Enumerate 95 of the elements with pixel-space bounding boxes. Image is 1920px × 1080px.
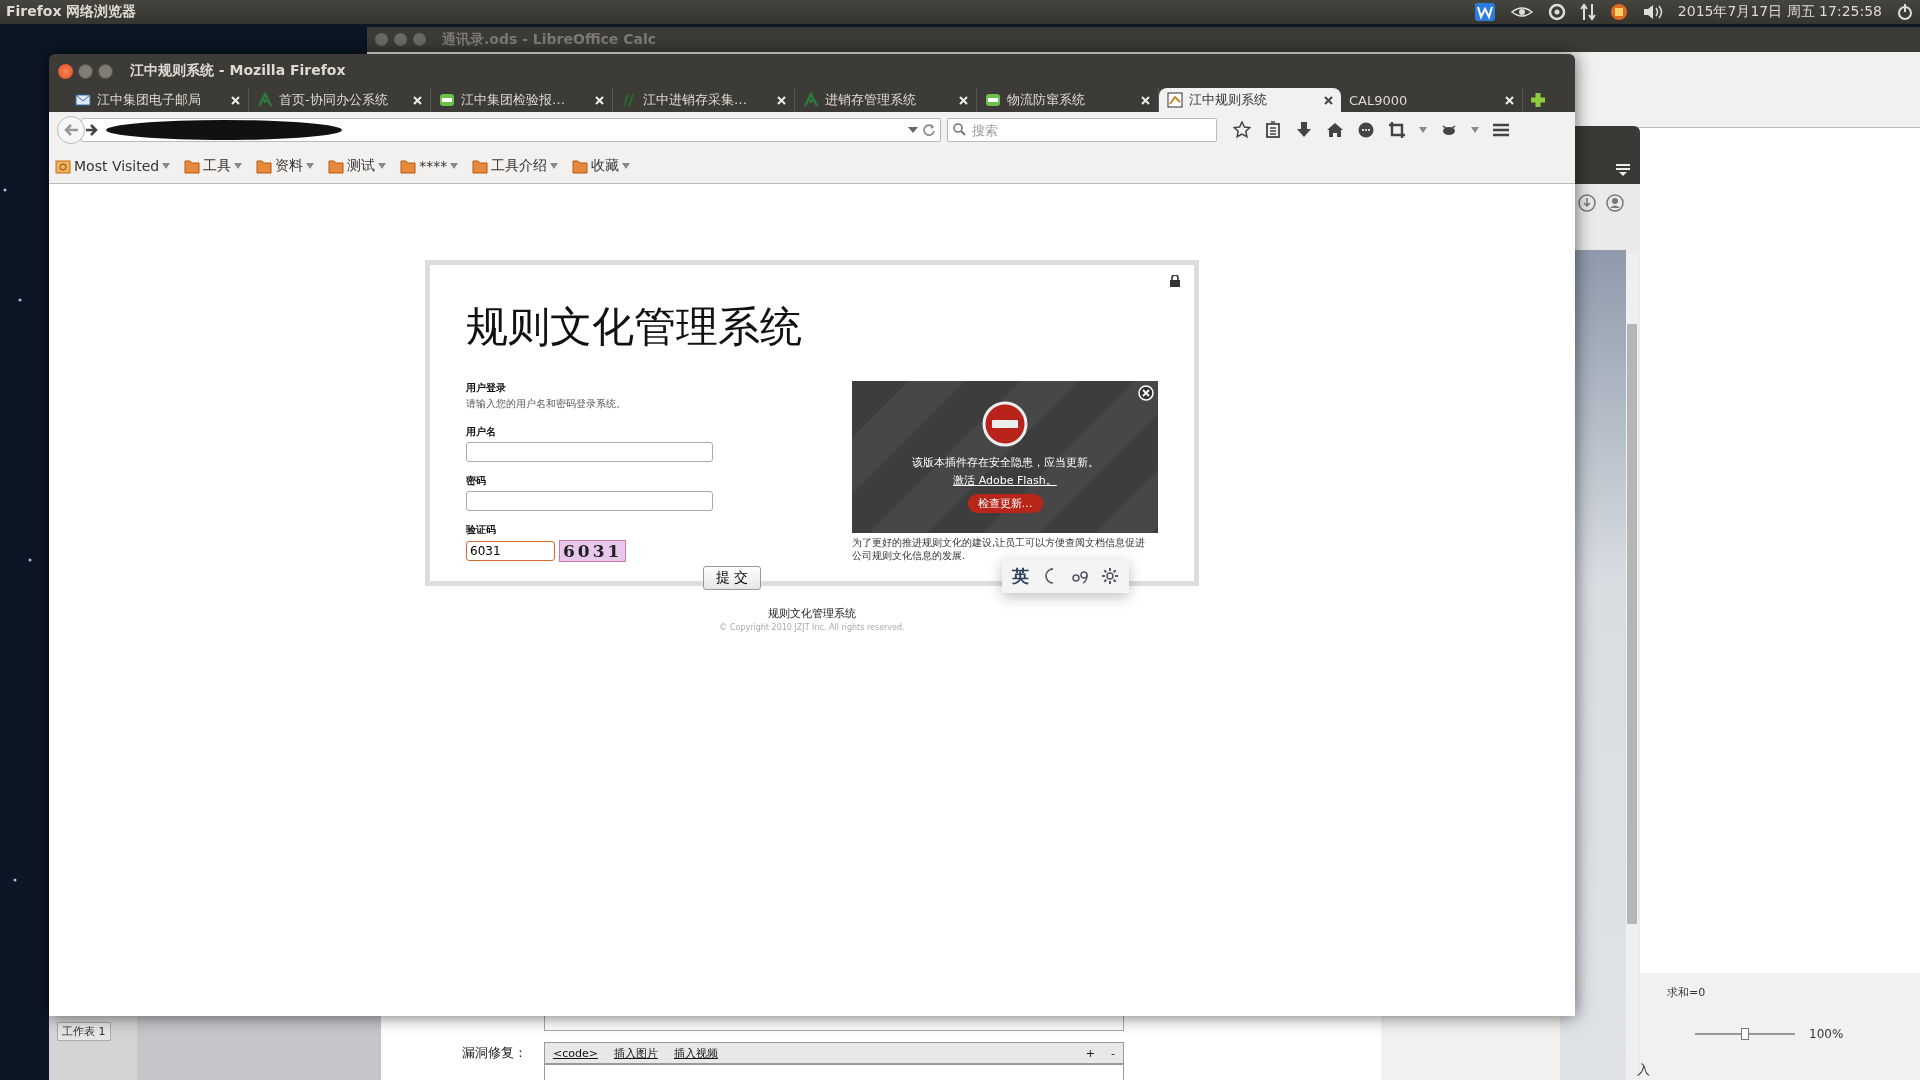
dropdown-icon[interactable]	[1419, 127, 1427, 133]
window-title: 通讯录.ods - LibreOffice Calc	[442, 30, 656, 49]
volume-icon[interactable]	[1641, 4, 1664, 20]
check-updates-button[interactable]: 检查更新…	[967, 494, 1043, 513]
dropdown-icon	[162, 162, 171, 169]
favicon-icon	[985, 92, 1001, 108]
favicon-icon	[621, 92, 637, 108]
folder-icon	[184, 157, 201, 174]
dropdown-icon[interactable]	[908, 126, 918, 134]
close-button[interactable]	[58, 63, 73, 79]
reading-list-icon[interactable]	[1264, 121, 1282, 139]
bookmark-folder[interactable]: 资料	[256, 156, 315, 175]
copyright-text: © Copyright 2010 JZJT Inc. All rights reserved.	[718, 623, 906, 632]
most-visited-menu[interactable]: Most Visited	[55, 157, 171, 174]
scrollbar[interactable]	[1626, 254, 1638, 1080]
folder-icon	[328, 157, 345, 174]
dropdown-icon	[378, 162, 387, 169]
browser-tab[interactable]: 江中规则系统	[1159, 88, 1341, 112]
folder-icon	[472, 157, 489, 174]
back-arrow-icon	[63, 123, 79, 137]
username-field[interactable]	[466, 442, 713, 462]
hint-text: 请输入您的用户名和密码登录系统。	[466, 397, 627, 411]
input-method-icon[interactable]	[1609, 3, 1628, 21]
menu-icon[interactable]	[1616, 164, 1630, 176]
status-text: 求和=0	[1667, 985, 1706, 1000]
network-arrows-icon[interactable]	[1579, 3, 1596, 21]
power-icon[interactable]	[1896, 3, 1914, 21]
search-icon	[953, 123, 966, 136]
bookmark-folder[interactable]: 收藏	[572, 156, 631, 175]
system-indicator-icon[interactable]	[1547, 3, 1566, 21]
sheet-tab[interactable]: 工作表 1	[57, 1022, 111, 1041]
favicon-icon	[803, 92, 819, 108]
zoom-percent: 100%	[1809, 1027, 1844, 1041]
bookmark-star-icon[interactable]	[1233, 121, 1251, 139]
side-text: 入	[1637, 1061, 1650, 1079]
writer-app-icon[interactable]	[1473, 2, 1496, 22]
text-area[interactable]	[544, 1064, 1124, 1080]
bookmark-folder[interactable]: ****	[400, 157, 459, 174]
close-tab-icon[interactable]	[1324, 95, 1333, 105]
favicon-icon	[439, 92, 455, 108]
history-icon	[55, 157, 71, 174]
window-title: 江中规则系统 - Mozilla Firefox	[130, 62, 346, 80]
submit-button[interactable]: 提 交	[703, 566, 761, 590]
reload-icon[interactable]	[922, 123, 936, 137]
address-bar[interactable]	[81, 118, 941, 142]
folder-icon	[256, 157, 273, 174]
field-label: 验证码	[466, 523, 497, 537]
dropdown-icon	[306, 162, 315, 169]
toolbar-link[interactable]: <code>	[553, 1046, 598, 1060]
dropdown-icon	[234, 162, 243, 169]
field-label: 漏洞修复：	[462, 1044, 527, 1062]
settings-icon[interactable]	[1101, 567, 1119, 585]
folder-icon	[400, 157, 417, 174]
field-label: 密码	[466, 474, 487, 488]
description-text: 为了更好的推进规则文化的建设,让员工可以方便查阅文档信息促进公司规则文化信息的发展.	[852, 536, 1147, 562]
minimize-button[interactable]	[78, 63, 93, 79]
footer-title: 规则文化管理系统	[767, 606, 857, 621]
home-icon[interactable]	[1326, 121, 1344, 139]
dropdown-icon	[450, 162, 459, 169]
download-icon[interactable]	[1295, 121, 1313, 139]
bookmark-folder[interactable]: 工具介绍	[472, 156, 559, 175]
lock-icon	[1170, 275, 1180, 287]
toolbar-link[interactable]: 插入图片	[613, 1045, 658, 1061]
download-icon[interactable]	[1578, 194, 1596, 212]
toolbar-link[interactable]: 插入视频	[673, 1045, 718, 1061]
folder-icon	[572, 157, 589, 174]
favicon-icon	[75, 92, 91, 108]
warning-text: 该版本插件存在安全隐患，应当更新。	[911, 455, 1099, 470]
password-field[interactable]	[466, 491, 713, 511]
page-heading: 规则文化管理系统	[466, 301, 803, 353]
favicon-icon	[1167, 92, 1183, 108]
favicon-icon	[257, 92, 273, 108]
language-toggle[interactable]: 英	[1012, 564, 1029, 588]
app-name: Firefox 网络浏览器	[6, 3, 138, 21]
dropdown-icon	[622, 162, 631, 169]
toolbar-action[interactable]: +	[1085, 1046, 1095, 1060]
dropdown-icon	[550, 162, 559, 169]
chat-icon[interactable]	[1357, 121, 1375, 139]
section-title: 用户登录	[466, 381, 507, 395]
blocked-icon	[982, 401, 1028, 447]
bookmark-folder[interactable]: 工具	[184, 156, 243, 175]
menu-icon[interactable]	[1492, 121, 1510, 139]
slider-thumb[interactable]	[1741, 1028, 1749, 1040]
maximize-button[interactable]	[98, 63, 113, 79]
activate-link[interactable]: 激活 Adobe Flash。	[953, 473, 1057, 488]
captcha-field[interactable]: 6031	[466, 541, 555, 561]
crop-icon[interactable]	[1388, 121, 1406, 139]
user-icon[interactable]	[1606, 194, 1624, 212]
clock[interactable]: 2015年7月17日 周五 17:25:58	[1677, 3, 1882, 21]
field-label: 用户名	[466, 425, 497, 439]
close-icon[interactable]	[1138, 385, 1154, 401]
captcha-image[interactable]: 6031	[559, 540, 627, 562]
search-field[interactable]: 搜索	[947, 118, 1217, 142]
dropdown-icon[interactable]	[1471, 127, 1479, 133]
bookmark-folder[interactable]: 测试	[328, 156, 387, 175]
